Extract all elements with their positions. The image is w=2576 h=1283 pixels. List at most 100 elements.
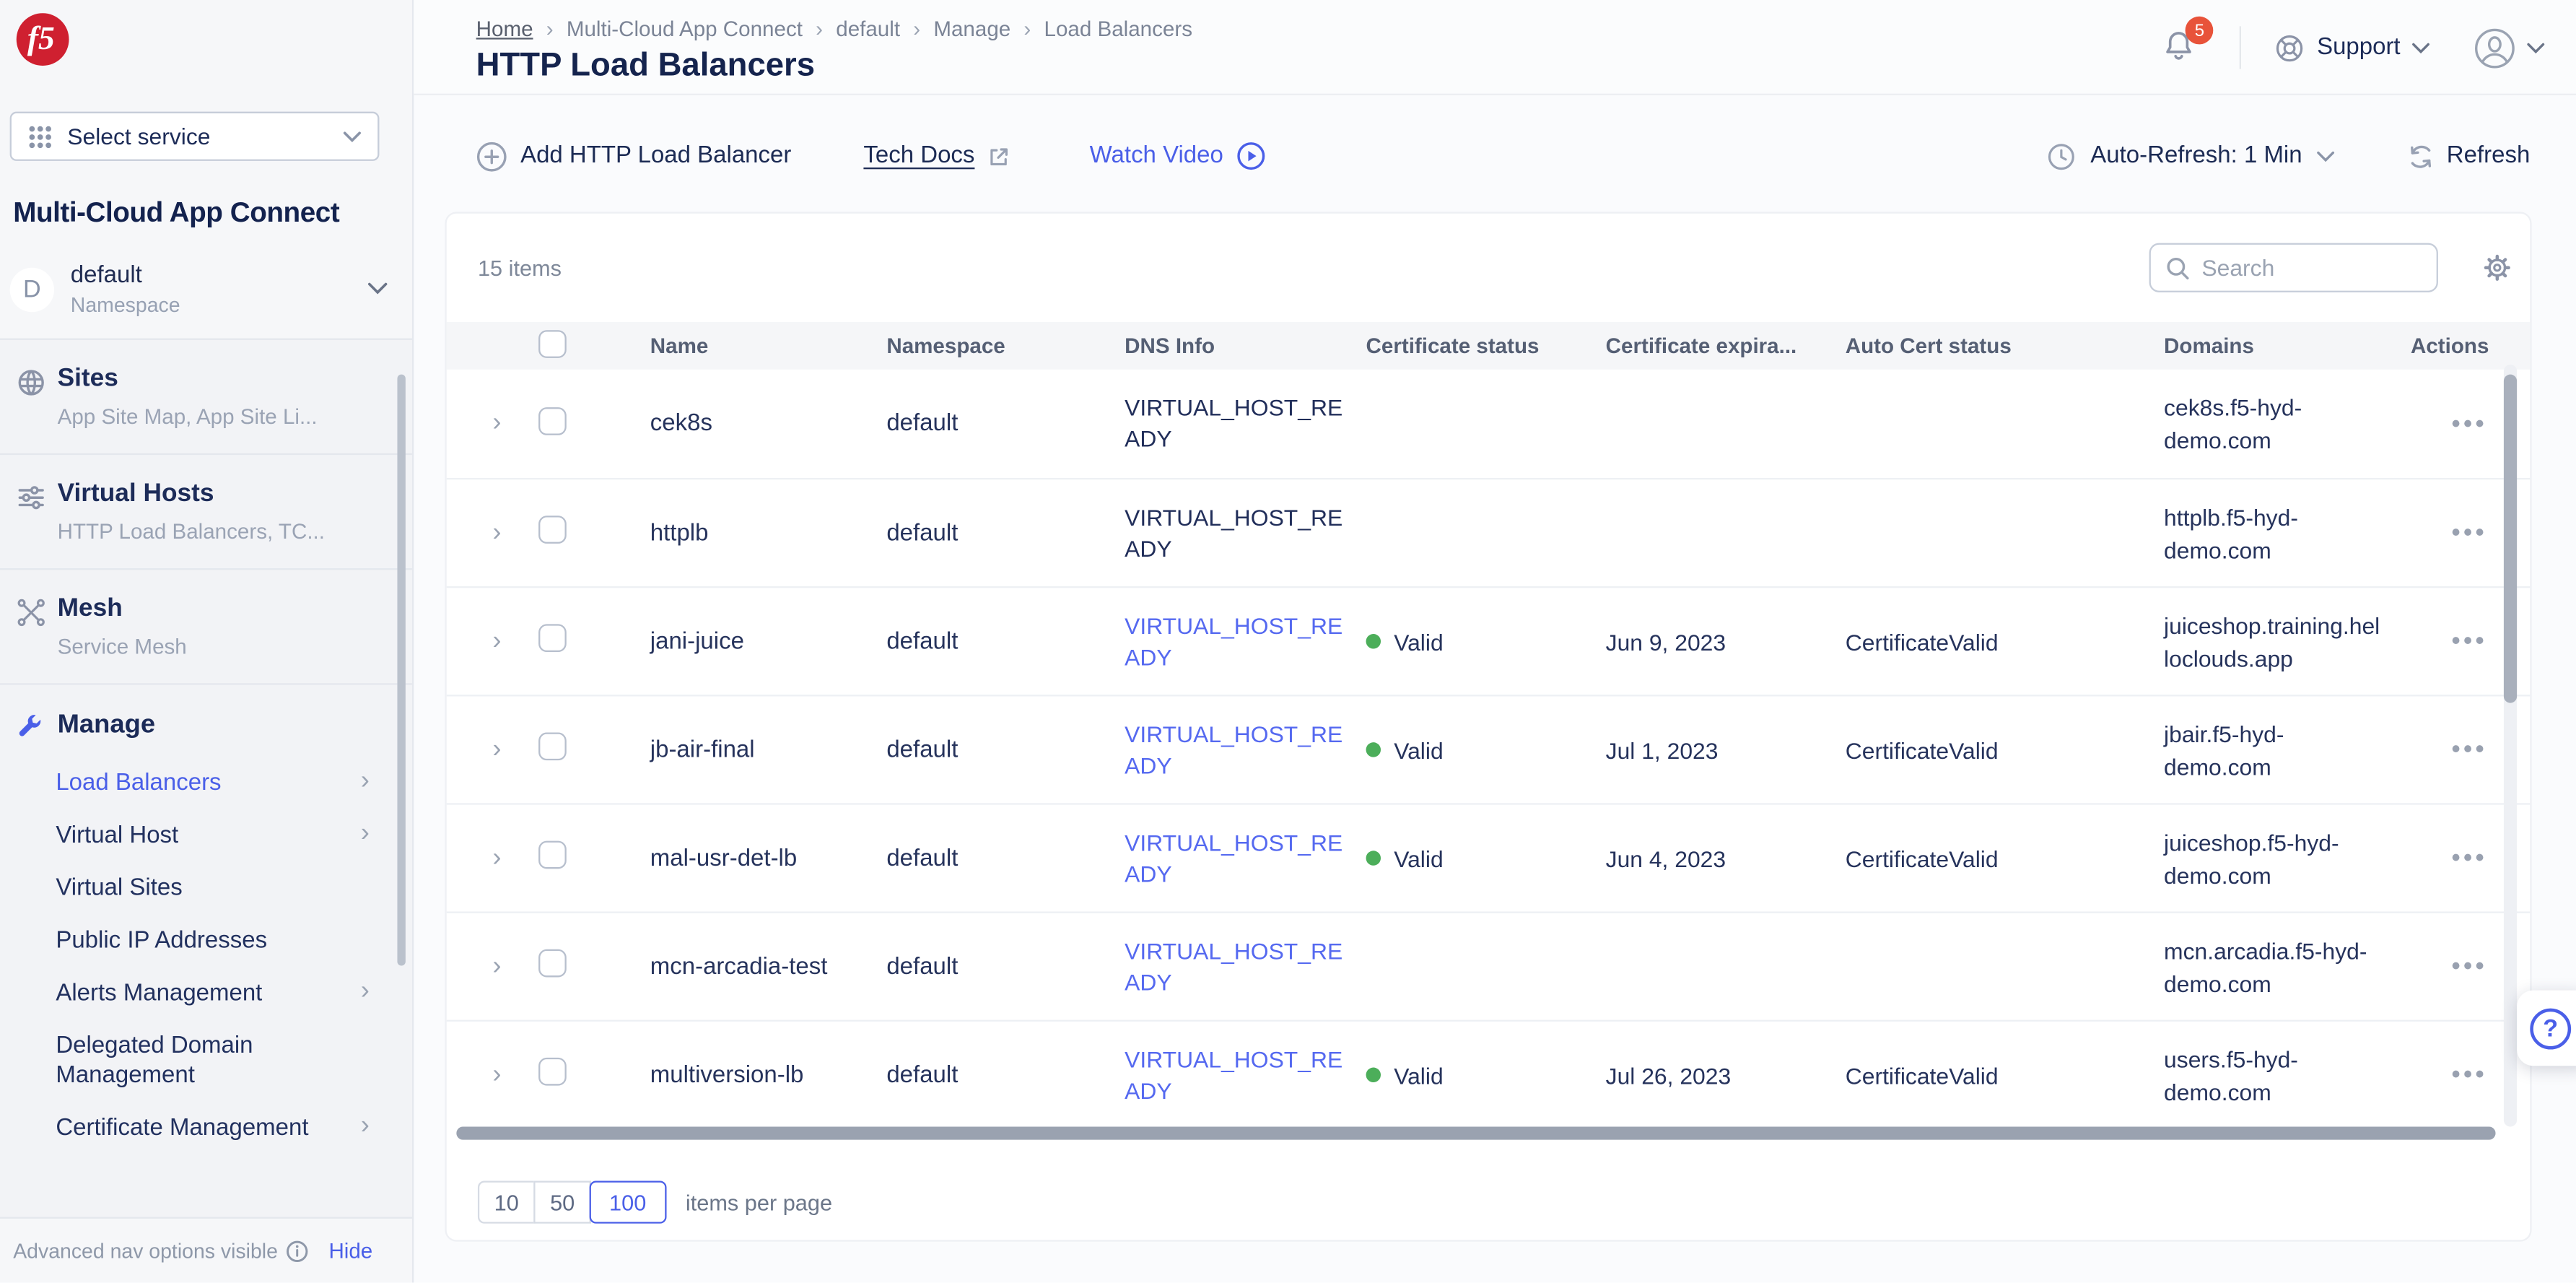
manage-section: Manage Load Balancers › Virtual Host › Virtu… xyxy=(0,685,412,1168)
status-dot-green xyxy=(1366,634,1381,649)
row-checkbox[interactable] xyxy=(538,840,567,869)
lb-domains: mcn.arcadia.f5-hyd-demo.com xyxy=(2164,936,2367,996)
cert-expiration: Jul 1, 2023 xyxy=(1605,736,1719,763)
column-header-name[interactable]: Name xyxy=(650,334,887,358)
sidebar-item-load-balancers[interactable]: Load Balancers › xyxy=(0,757,412,810)
dns-info-link[interactable]: VIRTUAL_HOST_READY xyxy=(1125,935,1343,997)
page-size-100-button[interactable]: 100 xyxy=(589,1180,666,1224)
refresh-button[interactable]: Refresh xyxy=(2407,142,2530,170)
row-checkbox[interactable] xyxy=(538,732,567,761)
row-expander[interactable]: › xyxy=(483,406,511,440)
chevron-down-icon xyxy=(2317,150,2335,162)
namespace-selector[interactable]: D default Namespace xyxy=(9,250,404,329)
chevron-right-icon: › xyxy=(816,16,824,41)
sidebar-item-sites[interactable]: Sites App Site Map, App Site Li... xyxy=(0,340,412,456)
lb-namespace: default xyxy=(886,736,959,763)
row-expander[interactable]: › xyxy=(483,731,511,766)
sidebar-item-label: Virtual Sites xyxy=(56,875,183,902)
sliders-icon xyxy=(17,483,46,513)
cert-status-cell: Valid xyxy=(1366,845,1606,871)
load-balancers-card: 15 items Search Name Namespace DNS Info … xyxy=(446,213,2531,1240)
cert-expiration: Jun 4, 2023 xyxy=(1605,845,1726,871)
page-size-50-button[interactable]: 50 xyxy=(533,1180,592,1224)
user-menu[interactable] xyxy=(2473,25,2545,69)
row-checkbox[interactable] xyxy=(538,1057,567,1086)
row-actions-menu[interactable]: ••• xyxy=(2452,1061,2488,1089)
support-menu[interactable]: Support xyxy=(2274,32,2430,63)
row-checkbox[interactable] xyxy=(538,624,567,653)
breadcrumb-item[interactable]: Load Balancers xyxy=(1044,17,1192,41)
sidebar-footer: Advanced nav options visible Hide xyxy=(0,1217,412,1283)
chevron-right-icon: › xyxy=(360,1111,370,1140)
dns-info-link[interactable]: VIRTUAL_HOST_READY xyxy=(1125,718,1343,780)
sidebar-item-mesh[interactable]: Mesh Service Mesh xyxy=(0,570,412,685)
plus-circle-icon xyxy=(476,140,507,171)
cert-status-cell: Valid xyxy=(1366,628,1606,654)
row-actions-menu[interactable]: ••• xyxy=(2452,627,2488,656)
cert-status-label: Valid xyxy=(1394,736,1444,763)
sidebar-item-delegated-domain-management[interactable]: Delegated Domain Management xyxy=(0,1020,412,1102)
breadcrumb-home[interactable]: Home xyxy=(476,17,533,41)
sidebar-item-certificate-management[interactable]: Certificate Management › xyxy=(0,1102,412,1154)
sidebar-scrollbar[interactable] xyxy=(397,374,406,966)
page-size-10-button[interactable]: 10 xyxy=(477,1180,536,1224)
dns-info: VIRTUAL_HOST_READY xyxy=(1125,393,1343,452)
column-header-dns-info[interactable]: DNS Info xyxy=(1125,334,1366,358)
dns-info-link[interactable]: VIRTUAL_HOST_READY xyxy=(1125,1044,1343,1106)
manage-items: Load Balancers › Virtual Host › Virtual Site… xyxy=(0,757,412,1154)
row-expander[interactable]: › xyxy=(483,1057,511,1092)
items-per-page-label: items per page xyxy=(685,1190,833,1215)
row-actions-menu[interactable]: ••• xyxy=(2452,844,2488,872)
tech-docs-link[interactable]: Tech Docs xyxy=(863,143,1010,169)
hide-nav-link[interactable]: Hide xyxy=(328,1238,372,1263)
row-actions-menu[interactable]: ••• xyxy=(2452,519,2488,547)
row-actions-menu[interactable]: ••• xyxy=(2452,410,2488,438)
auto-cert-status: CertificateValid xyxy=(1845,845,1999,871)
column-header-namespace[interactable]: Namespace xyxy=(886,334,1125,358)
watch-video-link[interactable]: Watch Video xyxy=(1090,142,1266,171)
column-header-certificate-status[interactable]: Certificate status xyxy=(1366,334,1606,358)
row-expander[interactable]: › xyxy=(483,949,511,983)
table-vertical-scrollbar-thumb[interactable] xyxy=(2503,374,2518,703)
dns-info-link[interactable]: VIRTUAL_HOST_READY xyxy=(1125,610,1343,672)
dns-info-link[interactable]: VIRTUAL_HOST_READY xyxy=(1125,827,1343,889)
sidebar-item-alerts-management[interactable]: Alerts Management › xyxy=(0,967,412,1020)
lb-name: jani-juice xyxy=(650,628,744,655)
row-actions-menu[interactable]: ••• xyxy=(2452,736,2488,764)
gear-icon[interactable] xyxy=(2482,253,2512,282)
sidebar-item-manage[interactable]: Manage xyxy=(0,711,412,741)
row-actions-menu[interactable]: ••• xyxy=(2452,952,2488,980)
help-button[interactable]: ? xyxy=(2517,990,2576,1066)
notifications-button[interactable]: 5 xyxy=(2161,16,2214,68)
row-checkbox[interactable] xyxy=(538,516,567,544)
sidebar-item-label: Virtual Hosts xyxy=(57,479,214,508)
row-expander[interactable]: › xyxy=(483,840,511,875)
auto-refresh-dropdown[interactable]: Auto-Refresh: 1 Min xyxy=(2048,142,2335,170)
sidebar-item-virtual-hosts[interactable]: Virtual Hosts HTTP Load Balancers, TC... xyxy=(0,455,412,570)
breadcrumb-item[interactable]: Multi-Cloud App Connect xyxy=(567,17,803,41)
row-expander[interactable]: › xyxy=(483,623,511,658)
avatar-icon xyxy=(2473,25,2517,69)
row-expander[interactable]: › xyxy=(483,515,511,549)
search-input[interactable] xyxy=(2201,254,2422,281)
auto-refresh-label: Auto-Refresh: 1 Min xyxy=(2090,142,2302,170)
lb-domains: juiceshop.training.helloclouds.app xyxy=(2164,612,2380,671)
sidebar-item-public-ip-addresses[interactable]: Public IP Addresses xyxy=(0,915,412,967)
breadcrumb-item[interactable]: Manage xyxy=(933,17,1010,41)
select-all-checkbox[interactable] xyxy=(538,329,567,357)
column-header-domains[interactable]: Domains xyxy=(2164,334,2410,358)
service-selector[interactable]: Select service xyxy=(9,111,380,161)
sidebar-item-virtual-sites[interactable]: Virtual Sites xyxy=(0,862,412,915)
table-horizontal-scrollbar[interactable] xyxy=(456,1126,2496,1140)
lb-domains: cek8s.f5-hyd-demo.com xyxy=(2164,393,2302,453)
column-header-auto-cert-status[interactable]: Auto Cert status xyxy=(1846,334,2164,358)
breadcrumb-item[interactable]: default xyxy=(836,17,900,41)
row-checkbox[interactable] xyxy=(538,949,567,978)
sidebar-item-label: Manage xyxy=(57,710,156,739)
sidebar-item-virtual-host[interactable]: Virtual Host › xyxy=(0,809,412,862)
row-checkbox[interactable] xyxy=(538,406,567,435)
add-http-load-balancer-button[interactable]: Add HTTP Load Balancer xyxy=(476,140,791,171)
column-header-certificate-expiration[interactable]: Certificate expira... xyxy=(1606,334,1846,358)
chevron-right-icon: › xyxy=(913,16,921,41)
sidebar-item-label: Alerts Management xyxy=(56,980,263,1007)
